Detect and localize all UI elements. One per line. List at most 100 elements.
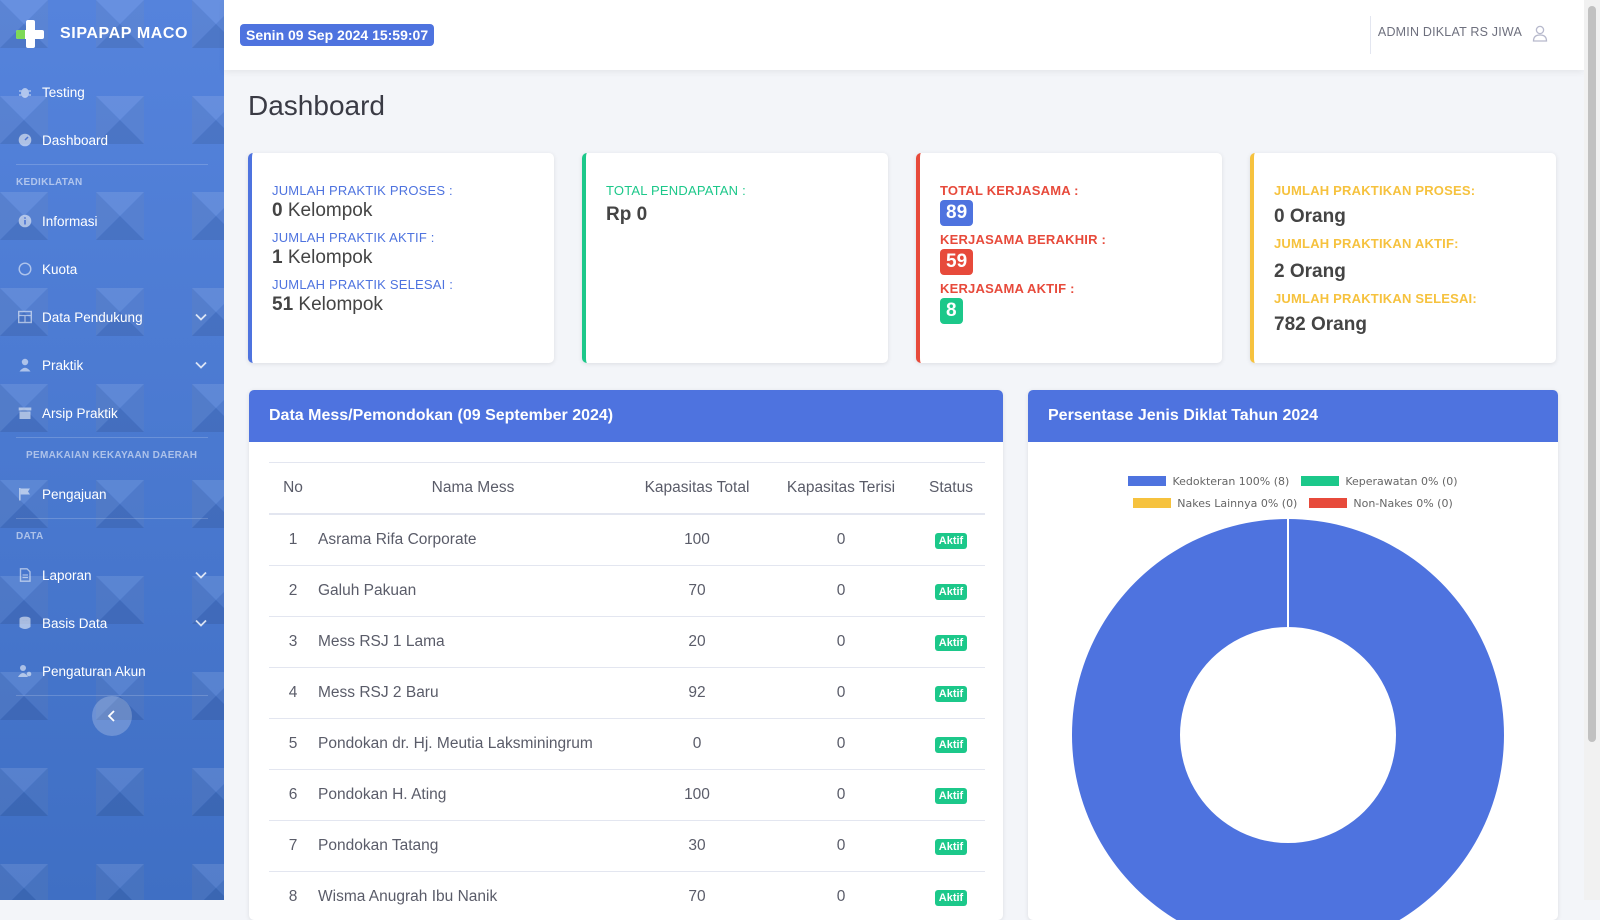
card-jumlah-praktikan: JUMLAH PRAKTIKAN PROSES: 0 Orang JUMLAH …	[1250, 153, 1556, 363]
sidebar-item-label: Informasi	[42, 214, 98, 229]
sidebar-item-pengajuan[interactable]: Pengajuan	[0, 470, 224, 518]
sidebar-item-label: Data Pendukung	[42, 310, 143, 325]
card-value: 782 Orang	[1274, 314, 1536, 336]
table-row: 4Mess RSJ 2 Baru920Aktif	[269, 668, 985, 719]
column-header[interactable]: Kapasitas Terisi	[765, 463, 917, 515]
panel-title: Data Mess/Pemondokan (09 September 2024)	[249, 390, 1003, 442]
flag-icon	[18, 487, 32, 501]
status-badge: Aktif	[935, 635, 967, 651]
sidebar-item-arsip-praktik[interactable]: Arsip Praktik	[0, 389, 224, 437]
card-value: 0 Orang	[1274, 206, 1536, 228]
sidebar-item-label: Basis Data	[42, 616, 107, 631]
column-header[interactable]: Nama Mess	[317, 463, 629, 515]
sidebar-item-testing[interactable]: Testing	[0, 68, 224, 116]
sidebar-item-data-pendukung[interactable]: Data Pendukung	[0, 293, 224, 341]
bug-icon	[18, 85, 32, 99]
chevron-down-icon	[194, 310, 208, 324]
card-value: Rp 0	[606, 204, 868, 226]
gauge-icon	[18, 133, 32, 147]
card-value: 1 Kelompok	[272, 247, 534, 269]
card-label: JUMLAH PRAKTIKAN AKTIF:	[1274, 236, 1536, 251]
status-badge: Aktif	[935, 890, 967, 906]
card-value: 2 Orang	[1274, 261, 1536, 283]
status-badge: Aktif	[935, 584, 967, 600]
chevron-down-icon	[194, 568, 208, 582]
card-label: JUMLAH PRAKTIK AKTIF :	[272, 230, 534, 245]
sidebar-item-kuota[interactable]: Kuota	[0, 245, 224, 293]
panel-persentase-diklat: Persentase Jenis Diklat Tahun 2024 Kedok…	[1028, 390, 1558, 920]
card-total-pendapatan: TOTAL PENDAPATAN : Rp 0	[582, 153, 888, 363]
count-badge: 89	[940, 200, 973, 226]
brand-name: SIPAPAP MACO	[60, 25, 188, 43]
status-badge: Aktif	[935, 737, 967, 753]
status-badge: Aktif	[935, 839, 967, 855]
brand[interactable]: SIPAPAP MACO	[0, 0, 224, 68]
sidebar: SIPAPAP MACO Testing Dashboard KEDIKLATA…	[0, 0, 224, 900]
sidebar-item-laporan[interactable]: Laporan	[0, 551, 224, 599]
circle-icon	[18, 262, 32, 276]
table-row: 6Pondokan H. Ating1000Aktif	[269, 770, 985, 821]
sidebar-item-label: Laporan	[42, 568, 92, 583]
sidebar-item-label: Praktik	[42, 358, 83, 373]
card-value: 51 Kelompok	[272, 294, 534, 316]
table-row: 8Wisma Anugrah Ibu Nanik700Aktif	[269, 872, 985, 920]
chevron-down-icon	[194, 358, 208, 372]
card-label: TOTAL KERJASAMA :	[940, 183, 1202, 198]
sidebar-item-label: Arsip Praktik	[42, 406, 118, 421]
column-header[interactable]: Status	[917, 463, 985, 515]
sidebar-item-pengaturan-akun[interactable]: Pengaturan Akun	[0, 647, 224, 695]
info-circle-icon	[18, 214, 32, 228]
table-row: 3Mess RSJ 1 Lama200Aktif	[269, 617, 985, 668]
mess-table: No Nama Mess Kapasitas Total Kapasitas T…	[269, 462, 985, 920]
card-value: 0 Kelompok	[272, 200, 534, 222]
card-label: JUMLAH PRAKTIKAN PROSES:	[1274, 183, 1536, 198]
column-header[interactable]: No	[269, 463, 317, 515]
table-icon	[18, 310, 32, 324]
sidebar-item-dashboard[interactable]: Dashboard	[0, 116, 224, 164]
status-badge: Aktif	[935, 686, 967, 702]
card-label: KERJASAMA AKTIF :	[940, 281, 1202, 296]
database-icon	[18, 616, 32, 630]
page-title: Dashboard	[248, 90, 385, 122]
user-name[interactable]: ADMIN DIKLAT RS JIWA	[1378, 25, 1522, 39]
table-row: 1Asrama Rifa Corporate1000Aktif	[269, 514, 985, 566]
card-jumlah-praktik: JUMLAH PRAKTIK PROSES : 0 Kelompok JUMLA…	[248, 153, 554, 363]
sidebar-toggle-button[interactable]	[92, 696, 132, 736]
sidebar-item-label: Dashboard	[42, 133, 108, 148]
user-doctor-icon	[18, 358, 32, 372]
file-icon	[18, 568, 32, 582]
sidebar-item-label: Testing	[42, 85, 85, 100]
count-badge: 8	[940, 298, 963, 324]
sidebar-item-label: Pengajuan	[42, 487, 107, 502]
sidebar-item-label: Pengaturan Akun	[42, 664, 146, 679]
table-row: 5Pondokan dr. Hj. Meutia Laksminingrum00…	[269, 719, 985, 770]
topbar-divider	[1370, 16, 1371, 54]
users-cog-icon	[18, 664, 32, 678]
card-label: JUMLAH PRAKTIKAN SELESAI:	[1274, 291, 1536, 306]
datetime-badge: Senin 09 Sep 2024 15:59:07	[240, 24, 434, 46]
panel-data-mess: Data Mess/Pemondokan (09 September 2024)…	[249, 390, 1003, 920]
table-row: 2Galuh Pakuan700Aktif	[269, 566, 985, 617]
column-header[interactable]: Kapasitas Total	[629, 463, 765, 515]
sidebar-heading-data: DATA	[0, 519, 224, 551]
card-label: JUMLAH PRAKTIK SELESAI :	[272, 277, 534, 292]
count-badge: 59	[940, 249, 973, 275]
sidebar-item-basis-data[interactable]: Basis Data	[0, 599, 224, 647]
sidebar-item-label: Kuota	[42, 262, 77, 277]
sidebar-heading-pemakaian: PEMAKAIAN KEKAYAAN DAERAH	[0, 438, 224, 470]
table-row: 7Pondokan Tatang300Aktif	[269, 821, 985, 872]
scrollbar-thumb[interactable]	[1588, 6, 1596, 742]
card-label: TOTAL PENDAPATAN :	[606, 183, 868, 198]
archive-icon	[18, 406, 32, 420]
sidebar-item-praktik[interactable]: Praktik	[0, 341, 224, 389]
page-scrollbar[interactable]	[1584, 0, 1600, 900]
sidebar-heading-kediklatan: KEDIKLATAN	[0, 165, 224, 197]
card-label: JUMLAH PRAKTIK PROSES :	[272, 183, 534, 198]
sidebar-item-informasi[interactable]: Informasi	[0, 197, 224, 245]
card-label: KERJASAMA BERAKHIR :	[940, 232, 1202, 247]
chevron-down-icon	[194, 616, 208, 630]
user-icon[interactable]	[1532, 25, 1548, 42]
doughnut-chart	[1028, 390, 1558, 920]
chevron-left-icon	[106, 709, 118, 723]
table-header-row: No Nama Mess Kapasitas Total Kapasitas T…	[269, 463, 985, 515]
